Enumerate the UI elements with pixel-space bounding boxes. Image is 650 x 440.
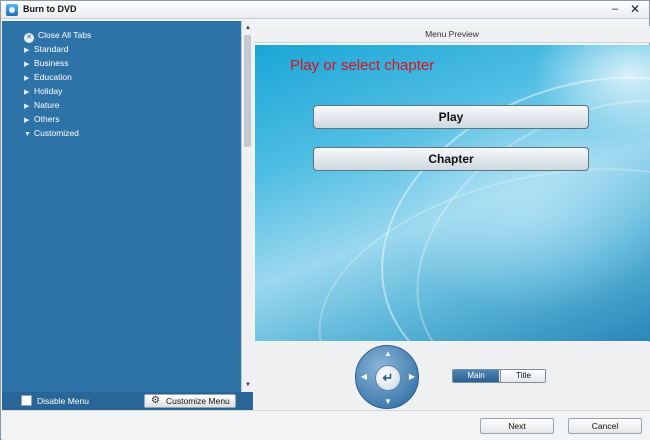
template-sidebar: ✕ Close All Tabs ▶ Standard ▶ Business ▶ Edu… [2, 21, 241, 392]
enter-icon[interactable]: ↵ [375, 365, 401, 391]
dialog-footer: Next Cancel [2, 410, 650, 440]
scroll-down-icon[interactable]: ▼ [243, 380, 253, 390]
chapter-button[interactable]: Chapter [313, 147, 589, 171]
expand-arrow-icon: ▶ [24, 103, 30, 110]
next-button[interactable]: Next [480, 418, 554, 434]
preview-controls: ▲ ▼ ◀ ▶ ↵ Main Title [254, 342, 650, 410]
sidebar-item-label: Education [34, 72, 72, 82]
title-bar: Burn to DVD – ✕ [1, 1, 649, 19]
expand-arrow-icon: ▶ [24, 117, 30, 124]
close-all-tabs[interactable]: ✕ Close All Tabs [24, 29, 92, 43]
menu-page-tabs: Main Title [452, 369, 546, 383]
burn-to-dvd-window: Burn to DVD – ✕ ✕ Close All Tabs ▶ Standar… [0, 0, 650, 440]
sidebar-scrollbar[interactable]: ▲ ▼ [241, 21, 253, 392]
close-button[interactable]: ✕ [627, 2, 643, 17]
sidebar-item-nature[interactable]: ▶ Nature [24, 99, 60, 112]
scrollbar-thumb[interactable] [244, 35, 251, 147]
expand-arrow-icon: ▶ [24, 75, 30, 82]
sidebar-item-others[interactable]: ▶ Others [24, 113, 60, 126]
nav-down-icon[interactable]: ▼ [383, 398, 393, 406]
close-all-icon: ✕ [24, 33, 34, 43]
customize-menu-label: Customize Menu [166, 396, 230, 406]
sidebar-item-holiday[interactable]: ▶ Holiday [24, 85, 62, 98]
preview-caption: Play or select chapter [290, 57, 435, 74]
gear-icon: ⚙ [151, 395, 160, 406]
expand-arrow-icon: ▶ [24, 89, 30, 96]
expand-arrow-icon: ▶ [24, 61, 30, 68]
play-button[interactable]: Play [313, 105, 589, 129]
menu-preview-canvas: Play or select chapter Play Chapter [255, 45, 650, 341]
disable-menu-checkbox[interactable] [21, 395, 32, 406]
sidebar-item-customized[interactable]: ▼ Customized [24, 127, 79, 140]
sidebar-item-standard[interactable]: ▶ Standard [24, 43, 69, 56]
navigation-pad[interactable]: ▲ ▼ ◀ ▶ ↵ [355, 345, 419, 409]
sidebar-item-label: Holiday [34, 86, 63, 96]
sidebar-item-education[interactable]: ▶ Education [24, 71, 72, 84]
nav-right-icon[interactable]: ▶ [407, 373, 417, 381]
dvd-app-icon [6, 4, 18, 16]
disable-menu-label: Disable Menu [37, 396, 89, 406]
collapse-arrow-icon: ▼ [24, 131, 31, 138]
tab-title[interactable]: Title [500, 370, 545, 382]
expand-arrow-icon: ▶ [24, 47, 30, 54]
sidebar-item-label: Standard [34, 44, 69, 54]
sidebar-item-business[interactable]: ▶ Business [24, 57, 69, 70]
nav-up-icon[interactable]: ▲ [383, 350, 393, 358]
window-title: Burn to DVD [23, 4, 77, 14]
minimize-button[interactable]: – [607, 2, 623, 17]
tab-main[interactable]: Main [453, 370, 499, 382]
sidebar-item-label: Customized [34, 128, 79, 138]
scroll-up-icon[interactable]: ▲ [243, 23, 253, 33]
close-all-label: Close All Tabs [38, 30, 92, 40]
nav-left-icon[interactable]: ◀ [359, 373, 369, 381]
cancel-button[interactable]: Cancel [568, 418, 642, 434]
menu-preview-header: Menu Preview [254, 26, 650, 43]
sidebar-item-label: Others [34, 114, 60, 124]
sidebar-item-label: Nature [34, 100, 60, 110]
sidebar-bottom-bar: Disable Menu ⚙ Customize Menu [2, 392, 253, 410]
sidebar-item-label: Business [34, 58, 69, 68]
customize-menu-button[interactable]: ⚙ Customize Menu [144, 394, 236, 408]
